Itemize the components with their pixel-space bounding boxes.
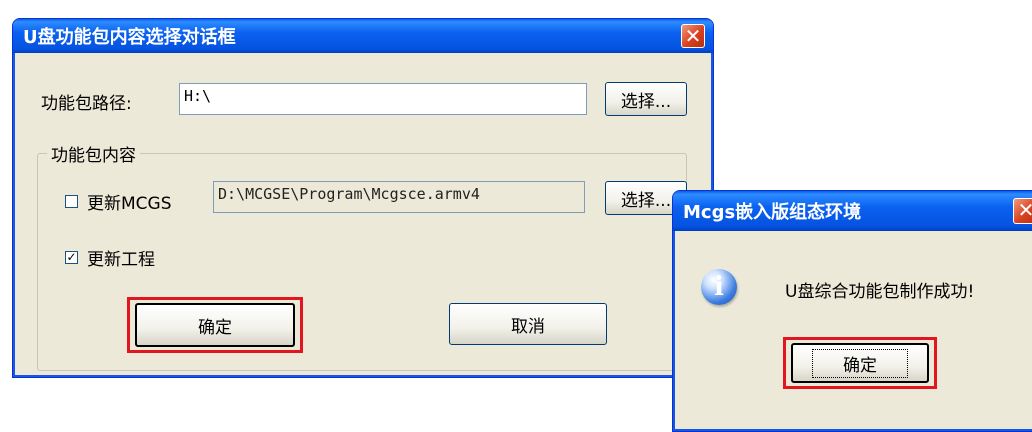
- message-ok-button[interactable]: 确定: [791, 343, 929, 383]
- checkmark-icon: ✓: [66, 250, 77, 264]
- message-box-close-icon[interactable]: ✕: [1013, 198, 1032, 224]
- package-content-group-title: 功能包内容: [47, 141, 140, 166]
- mcgs-path-field[interactable]: D:\MCGSE\Program\Mcgsce.armv4: [213, 181, 585, 213]
- select-path-button[interactable]: 选择...: [605, 82, 687, 116]
- update-mcgs-label[interactable]: 更新MCGS: [87, 189, 172, 214]
- info-icon: i: [701, 269, 737, 305]
- package-path-input[interactable]: H:\: [179, 83, 587, 115]
- ok-button[interactable]: 确定: [135, 303, 295, 347]
- update-mcgs-checkbox[interactable]: [65, 195, 78, 208]
- update-project-checkbox[interactable]: ✓: [65, 251, 78, 264]
- dialog-titlebar[interactable]: U盘功能包内容选择对话框 ✕: [13, 19, 713, 53]
- message-box-titlebar[interactable]: Mcgs嵌入版组态环境 ✕: [673, 191, 1032, 231]
- message-ok-label: 确定: [812, 348, 908, 378]
- message-box-title: Mcgs嵌入版组态环境: [683, 202, 862, 223]
- message-box: Mcgs嵌入版组态环境 ✕ i U盘综合功能包制作成功! 确定: [672, 190, 1032, 432]
- content-select-dialog: U盘功能包内容选择对话框 ✕ 功能包路径: H:\ 选择... 功能包内容 更新…: [12, 18, 714, 378]
- dialog-title: U盘功能包内容选择对话框: [23, 27, 236, 48]
- update-project-label[interactable]: 更新工程: [87, 245, 155, 270]
- package-path-label: 功能包路径:: [41, 94, 132, 114]
- cancel-button[interactable]: 取消: [449, 303, 607, 345]
- message-text: U盘综合功能包制作成功!: [785, 282, 975, 302]
- close-icon[interactable]: ✕: [681, 24, 705, 48]
